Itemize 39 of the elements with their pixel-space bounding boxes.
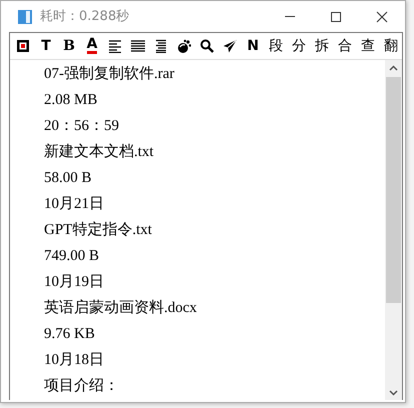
- scrollbar[interactable]: [385, 60, 402, 400]
- send-icon: [223, 39, 237, 53]
- maximize-icon: [330, 10, 342, 22]
- justify-icon: [131, 39, 145, 53]
- scroll-up-icon[interactable]: [389, 64, 398, 70]
- align-right-icon: [154, 39, 168, 53]
- stop-icon: [16, 39, 30, 53]
- toolbar-button[interactable]: 查: [361, 36, 375, 56]
- toolbar-button[interactable]: 合: [338, 36, 352, 56]
- text-line: 10月18日: [44, 351, 105, 370]
- window-title: 耗时：0.288秒: [40, 8, 130, 26]
- app-icon: [17, 8, 33, 24]
- text-line: 9.76 KB: [44, 325, 96, 344]
- text-line: 10月19日: [44, 273, 105, 292]
- font-color-button[interactable]: A: [85, 36, 99, 56]
- toolbar-button[interactable]: N: [246, 36, 260, 56]
- toolbar-button[interactable]: T: [39, 36, 53, 56]
- align-left-icon: [108, 39, 122, 53]
- minimize-icon: [285, 16, 295, 17]
- text-line: 10月21日: [44, 195, 105, 214]
- paint-splash-icon: [177, 39, 191, 53]
- text-line: 项目介绍：: [44, 377, 120, 396]
- toolbar-button[interactable]: 段: [269, 36, 283, 56]
- scroll-down-icon[interactable]: [389, 390, 398, 396]
- bold-button[interactable]: B: [62, 36, 76, 56]
- text-line: 58.00 B: [44, 169, 93, 188]
- toolbar-button[interactable]: 分: [292, 36, 306, 56]
- scrollbar-thumb[interactable]: [386, 77, 401, 303]
- toolbar-button[interactable]: 翻: [384, 36, 398, 56]
- text-line: GPT特定指令.txt: [44, 220, 153, 240]
- text-line: 749.00 B: [44, 247, 100, 266]
- text-line: 新建文本文档.txt: [44, 142, 155, 162]
- close-icon: [376, 10, 388, 22]
- text-line: 2.08 MB: [44, 91, 98, 110]
- text-line: 英语启蒙动画资料.docx: [44, 298, 198, 318]
- toolbar-button[interactable]: 拆: [315, 36, 329, 56]
- text-line: 20：56：59: [44, 117, 120, 136]
- text-line: 07-强制复制软件.rar: [44, 64, 176, 84]
- search-icon: [200, 39, 214, 53]
